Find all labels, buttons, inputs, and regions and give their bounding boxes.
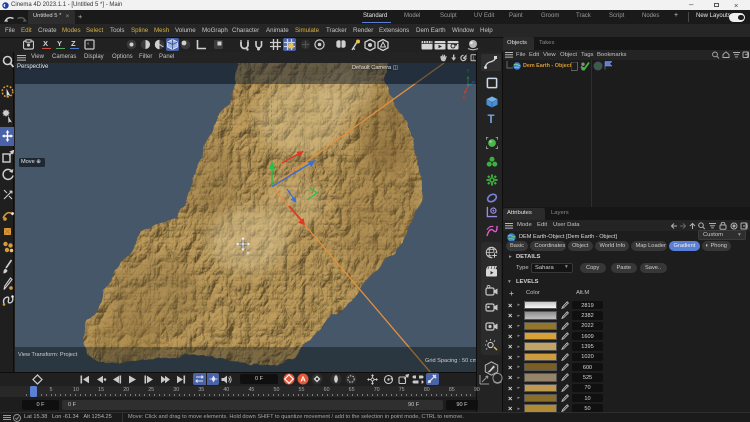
- svg-text:X: X: [462, 95, 466, 101]
- svg-text:1: 1: [472, 55, 475, 60]
- svg-text:°: °: [87, 43, 90, 49]
- svg-text:A: A: [300, 375, 306, 384]
